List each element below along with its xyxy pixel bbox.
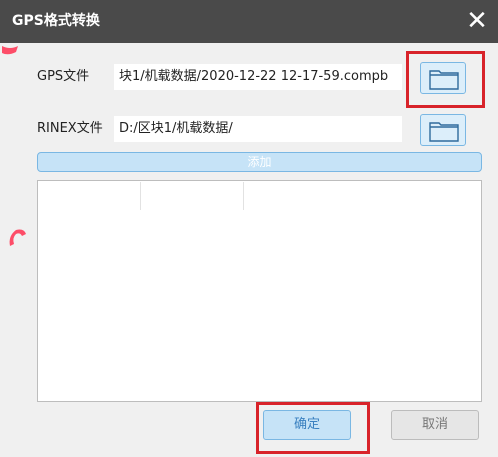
- dialog-title: GPS格式转换: [12, 13, 100, 29]
- gps-file-label: GPS文件: [37, 69, 90, 84]
- column-divider: [140, 182, 141, 210]
- watermark-mark: [9, 229, 26, 246]
- column-divider: [243, 182, 244, 210]
- ok-button[interactable]: 确定: [263, 410, 351, 440]
- rinex-folder-button[interactable]: [420, 114, 466, 146]
- folder-icon: [429, 70, 459, 90]
- watermark-mark: [2, 46, 18, 55]
- add-button[interactable]: 添加: [37, 152, 482, 172]
- close-icon[interactable]: ✕: [462, 5, 492, 37]
- cancel-button[interactable]: 取消: [391, 410, 479, 440]
- gps-convert-dialog: GPS格式转换 ✕ GPS文件 块1/机载数据/2020-12-22 12-17…: [0, 0, 498, 457]
- title-bar: GPS格式转换 ✕: [0, 0, 498, 43]
- rinex-file-field[interactable]: D:/区块1/机载数据/: [114, 116, 402, 142]
- gps-file-field[interactable]: 块1/机载数据/2020-12-22 12-17-59.compb: [114, 64, 402, 90]
- file-list[interactable]: [37, 180, 482, 402]
- gps-folder-button[interactable]: [420, 62, 466, 94]
- rinex-file-label: RINEX文件: [37, 121, 103, 136]
- folder-icon: [429, 122, 459, 142]
